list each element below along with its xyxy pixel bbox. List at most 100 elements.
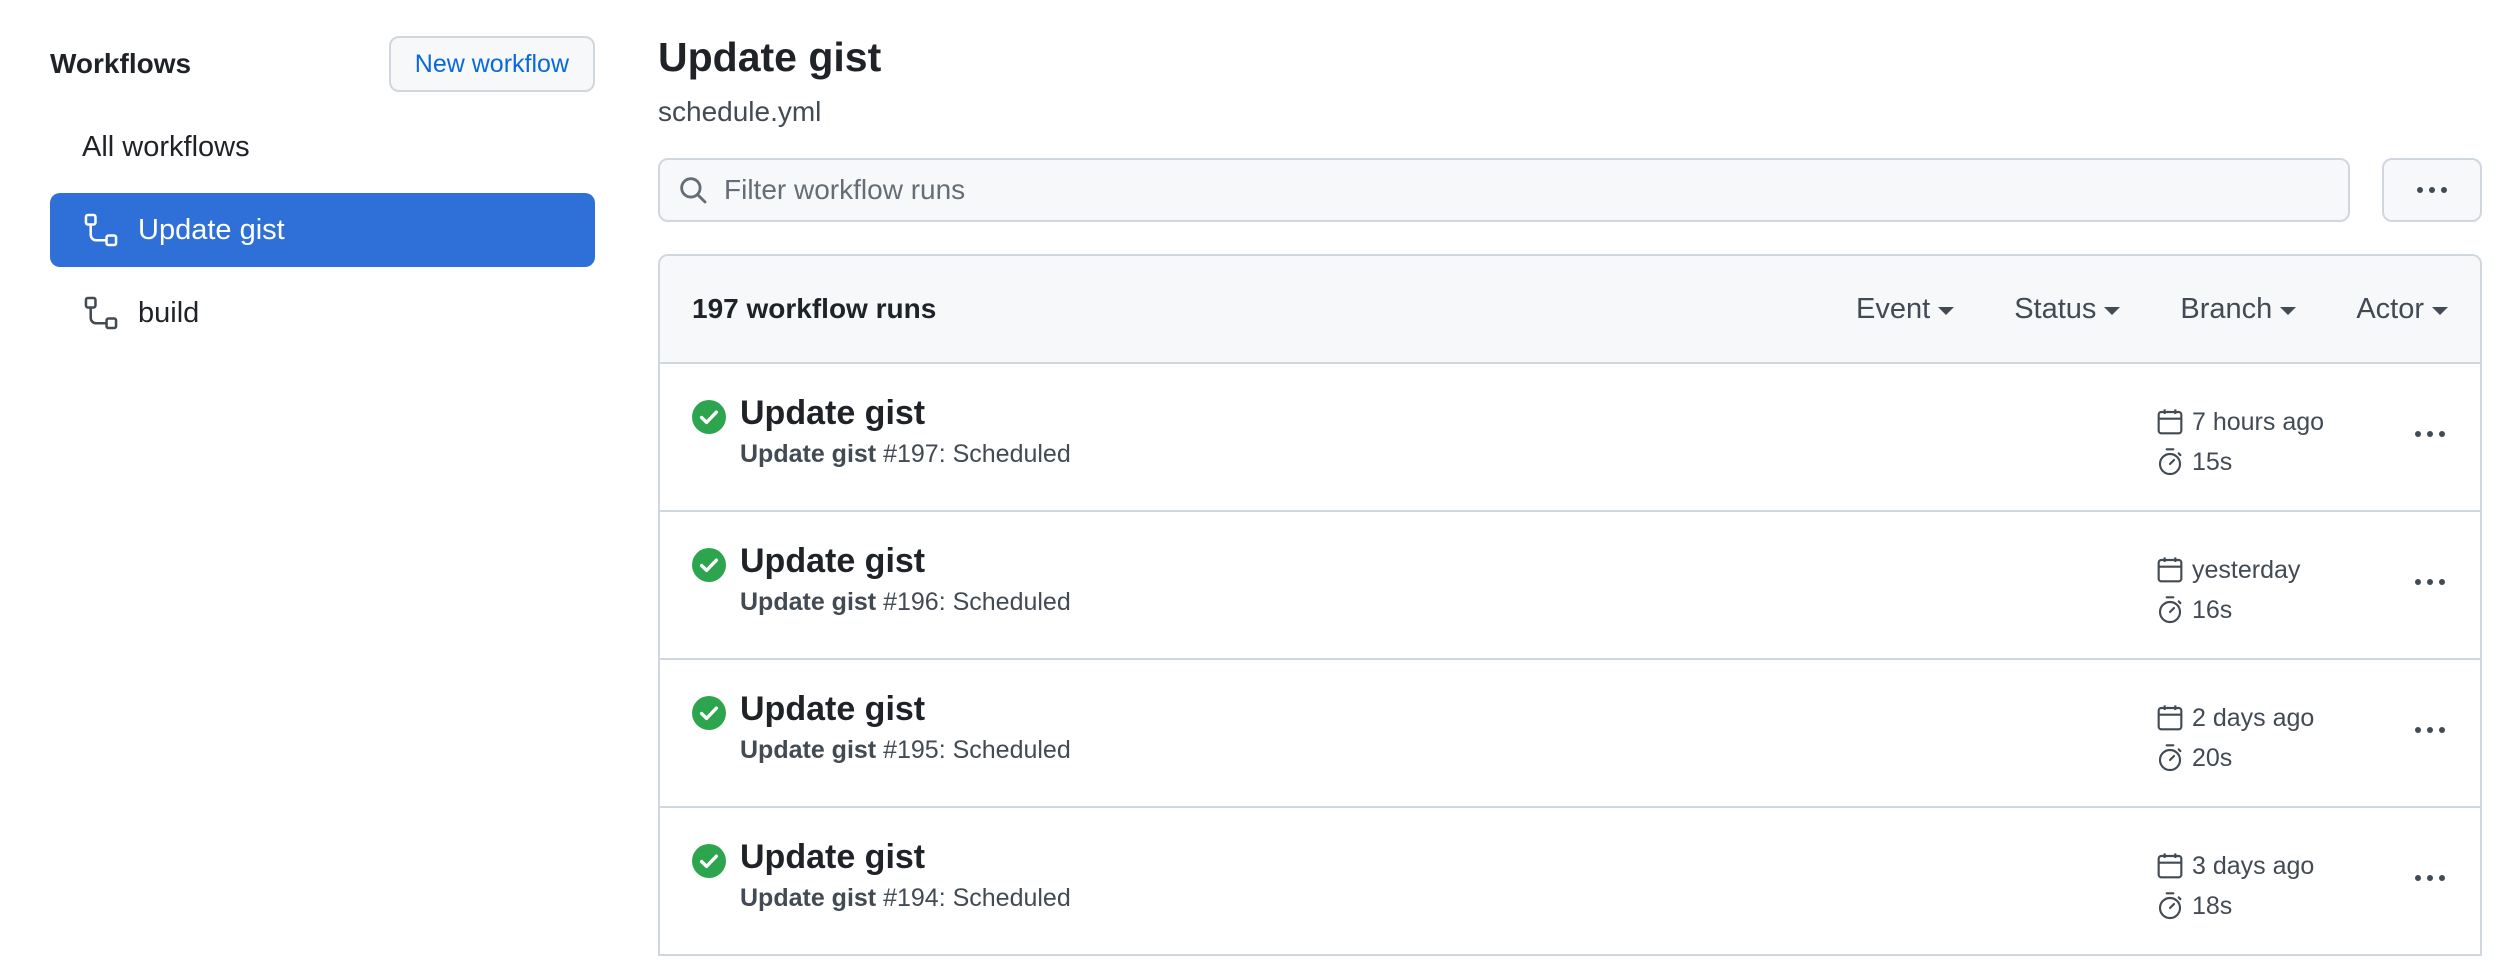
runs-list-header: 197 workflow runs Event Status Branch Ac…: [660, 256, 2480, 364]
run-duration-text: 18s: [2192, 891, 2233, 920]
run-main: Update gist Update gist #195: Scheduled: [740, 688, 1071, 766]
run-detail: #195: Scheduled: [883, 736, 1071, 764]
workflow-runs-list: 197 workflow runs Event Status Branch Ac…: [658, 254, 2482, 956]
run-more-options-button[interactable]: [2400, 710, 2460, 750]
run-time-text: 7 hours ago: [2192, 407, 2325, 436]
run-duration: 15s: [2154, 442, 2324, 482]
run-filter-menus: Event Status Branch Actor: [1796, 293, 2448, 326]
run-meta: 3 days ago 18s: [2154, 846, 2314, 926]
run-time: 2 days ago: [2154, 698, 2314, 738]
workflow-run-row[interactable]: Update gist Update gist #196: Scheduled …: [660, 512, 2480, 660]
workflow-nav-list: All workflows Update gist build: [50, 110, 595, 350]
calendar-icon: [2154, 554, 2186, 586]
stopwatch-icon: [2154, 742, 2186, 774]
stopwatch-icon: [2154, 594, 2186, 626]
filter-row: [658, 158, 2482, 222]
runs-count: 197 workflow runs: [692, 293, 937, 324]
event-filter-menu[interactable]: Event: [1856, 292, 1955, 326]
search-box: [658, 158, 2350, 222]
run-duration: 20s: [2154, 738, 2314, 778]
run-title-link[interactable]: Update gist: [740, 540, 1071, 582]
stopwatch-icon: [2154, 446, 2186, 478]
run-title-link[interactable]: Update gist: [740, 688, 1071, 730]
run-description: Update gist #197: Scheduled: [740, 438, 1071, 470]
sidebar-item-update-gist[interactable]: Update gist: [50, 193, 595, 267]
run-more-options-button[interactable]: [2400, 562, 2460, 602]
kebab-horizontal-icon: [2415, 431, 2445, 437]
run-description: Update gist #195: Scheduled: [740, 734, 1071, 766]
workflow-run-row[interactable]: Update gist Update gist #195: Scheduled …: [660, 660, 2480, 808]
run-meta: 2 days ago 20s: [2154, 698, 2314, 778]
sidebar-item-all-workflows[interactable]: All workflows: [50, 110, 595, 184]
run-meta: yesterday 16s: [2154, 550, 2300, 630]
workflows-sidebar: Workflows New workflow All workflows Upd…: [50, 36, 595, 359]
caret-down-icon: [2280, 306, 2297, 315]
run-time: yesterday: [2154, 550, 2300, 590]
workflow-run-row[interactable]: Update gist Update gist #194: Scheduled …: [660, 808, 2480, 956]
calendar-icon: [2154, 850, 2186, 882]
run-workflow-name: Update gist: [740, 736, 877, 764]
sidebar-item-label: build: [138, 296, 200, 329]
filter-label: Event: [1856, 292, 1931, 325]
workflow-icon: [82, 211, 120, 249]
run-more-options-button[interactable]: [2400, 858, 2460, 898]
actor-filter-menu[interactable]: Actor: [2356, 293, 2448, 326]
new-workflow-button[interactable]: New workflow: [388, 36, 595, 92]
run-workflow-name: Update gist: [740, 440, 877, 468]
stopwatch-icon: [2154, 890, 2186, 922]
kebab-horizontal-icon: [2417, 187, 2447, 193]
sidebar-header: Workflows New workflow: [50, 36, 595, 92]
run-duration-text: 16s: [2192, 595, 2233, 624]
run-time: 3 days ago: [2154, 846, 2314, 886]
caret-down-icon: [1938, 306, 1955, 315]
run-workflow-name: Update gist: [740, 588, 877, 616]
run-main: Update gist Update gist #194: Scheduled: [740, 836, 1071, 914]
filter-label: Actor: [2356, 292, 2424, 325]
kebab-horizontal-icon: [2415, 875, 2445, 881]
run-meta: 7 hours ago 15s: [2154, 402, 2324, 482]
check-circle-fill-icon: [692, 548, 726, 582]
sidebar-item-label: Update gist: [138, 213, 285, 246]
branch-filter-menu[interactable]: Branch: [2180, 292, 2297, 326]
run-duration-text: 20s: [2192, 743, 2233, 772]
run-main: Update gist Update gist #197: Scheduled: [740, 392, 1071, 470]
run-title-link[interactable]: Update gist: [740, 392, 1071, 434]
caret-down-icon: [2432, 306, 2448, 315]
run-description: Update gist #194: Scheduled: [740, 882, 1071, 914]
run-duration-text: 15s: [2192, 447, 2233, 476]
calendar-icon: [2154, 406, 2186, 438]
run-workflow-name: Update gist: [740, 884, 877, 912]
run-description: Update gist #196: Scheduled: [740, 586, 1071, 618]
run-main: Update gist Update gist #196: Scheduled: [740, 540, 1071, 618]
run-time: 7 hours ago: [2154, 402, 2324, 442]
sidebar-item-label: All workflows: [82, 130, 250, 163]
run-time-text: 2 days ago: [2192, 703, 2315, 732]
filter-label: Branch: [2180, 292, 2273, 325]
check-circle-fill-icon: [692, 696, 726, 730]
sidebar-item-build[interactable]: build: [50, 276, 595, 350]
workflow-file-name[interactable]: schedule.yml: [658, 94, 2482, 130]
run-title-link[interactable]: Update gist: [740, 836, 1071, 878]
run-time-text: yesterday: [2192, 555, 2301, 584]
kebab-horizontal-icon: [2415, 579, 2445, 585]
kebab-horizontal-icon: [2415, 727, 2445, 733]
search-icon: [676, 173, 710, 207]
run-time-text: 3 days ago: [2192, 851, 2315, 880]
more-options-button[interactable]: [2382, 158, 2482, 222]
filter-label: Status: [2014, 292, 2097, 325]
run-duration: 16s: [2154, 590, 2300, 630]
calendar-icon: [2154, 702, 2186, 734]
run-duration: 18s: [2154, 886, 2314, 926]
workflow-run-row[interactable]: Update gist Update gist #197: Scheduled …: [660, 364, 2480, 512]
sidebar-title: Workflows: [50, 48, 192, 79]
check-circle-fill-icon: [692, 844, 726, 878]
run-detail: #196: Scheduled: [883, 588, 1071, 616]
filter-runs-input[interactable]: [724, 174, 2304, 206]
page-title: Update gist: [658, 34, 882, 80]
run-detail: #194: Scheduled: [883, 884, 1071, 912]
run-detail: #197: Scheduled: [883, 440, 1071, 468]
workflow-icon: [82, 294, 120, 332]
run-more-options-button[interactable]: [2400, 414, 2460, 454]
status-filter-menu[interactable]: Status: [2014, 292, 2121, 326]
check-circle-fill-icon: [692, 400, 726, 434]
